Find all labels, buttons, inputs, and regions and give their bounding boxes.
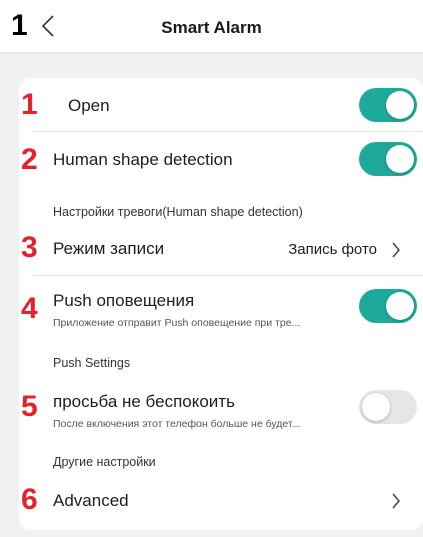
toggle-knob — [362, 393, 390, 421]
push-notifications-toggle[interactable] — [359, 289, 417, 323]
push-notifications-description: Приложение отправит Push оповещение при … — [53, 317, 301, 329]
chevron-right-icon — [392, 493, 400, 509]
open-toggle[interactable] — [359, 88, 417, 122]
page-title: Smart Alarm — [161, 18, 262, 37]
do-not-disturb-toggle[interactable] — [359, 390, 417, 424]
advanced-row[interactable]: Advanced — [19, 478, 423, 524]
open-row: Open — [19, 78, 423, 132]
annotation-badge: 1 — [21, 88, 38, 121]
annotation-badge: 3 — [21, 231, 38, 264]
human-shape-detection-toggle[interactable] — [359, 142, 417, 176]
do-not-disturb-description: После включения этот телефон больше не б… — [53, 418, 301, 430]
toggle-knob — [386, 292, 414, 320]
push-notifications-row: Push оповещения Приложение отправит Push… — [19, 276, 423, 340]
toggle-knob — [386, 91, 414, 119]
alarm-settings-section-title: Настройки тревоги(Human shape detection) — [53, 205, 303, 219]
annotation-badge: 4 — [21, 292, 38, 325]
push-notifications-label: Push оповещения — [53, 291, 195, 310]
record-mode-row[interactable]: Режим записи Запись фото — [19, 224, 423, 276]
push-settings-section-title: Push Settings — [53, 356, 131, 370]
toggle-knob — [386, 145, 414, 173]
do-not-disturb-row: просьба не беспокоить После включения эт… — [19, 375, 423, 439]
chevron-right-icon — [392, 242, 400, 258]
annotation-badge: 5 — [21, 390, 38, 423]
annotation-badge: 2 — [21, 143, 38, 176]
advanced-label: Advanced — [53, 491, 129, 510]
annotation-badge: 1 — [11, 9, 28, 42]
annotation-badge: 6 — [21, 483, 38, 516]
human-shape-detection-label: Human shape detection — [53, 150, 233, 169]
do-not-disturb-label: просьба не беспокоить — [53, 392, 235, 411]
open-label: Open — [68, 96, 110, 115]
header-bar: Smart Alarm — [0, 0, 423, 53]
record-mode-label: Режим записи — [53, 239, 165, 258]
record-mode-value: Запись фото — [288, 241, 377, 258]
human-shape-detection-row: Human shape detection — [19, 132, 423, 186]
other-settings-section-title: Другие настройки — [53, 455, 156, 469]
settings-card: Open Human shape detection Настройки тре… — [19, 78, 423, 530]
